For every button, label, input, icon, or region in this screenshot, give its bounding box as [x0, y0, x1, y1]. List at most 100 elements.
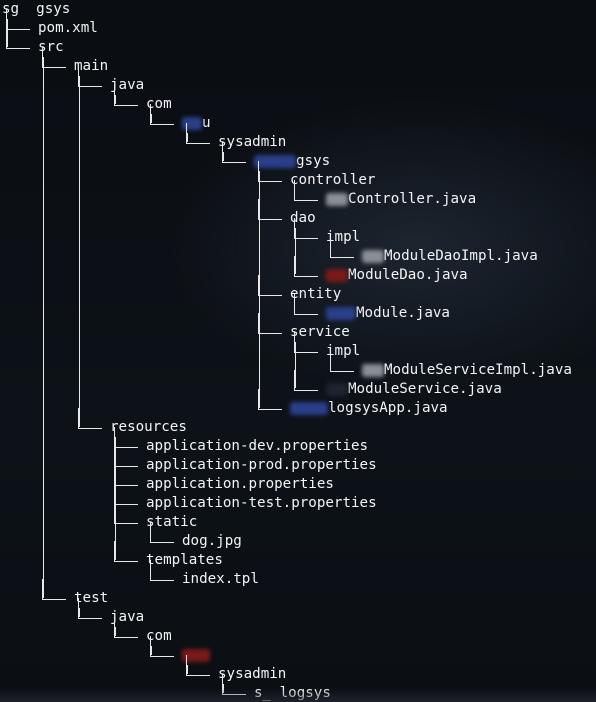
tree-connector — [254, 161, 284, 190]
file-name: ModuleDaoImpl.java — [384, 248, 538, 264]
redacted-blur — [362, 364, 384, 377]
redacted-blur — [290, 402, 328, 415]
dir-name: gsys — [296, 153, 331, 169]
dir-name: test — [74, 590, 109, 606]
file-name: ModuleServiceImpl.java — [384, 362, 572, 378]
tree-connector — [110, 503, 140, 532]
tree-item-entity-file: Module.java — [290, 294, 450, 323]
tree-connector — [290, 294, 320, 323]
file-name: ModuleDao.java — [348, 267, 468, 283]
dir-name: java — [110, 77, 145, 93]
tree-item-dao-impl: impl — [290, 218, 361, 247]
tree-connector — [326, 351, 356, 380]
redacted-blur — [326, 307, 356, 320]
tree-connector — [110, 541, 140, 570]
tree-item-service-impl-file: ModuleServiceImpl.java — [326, 351, 572, 380]
dir-name: impl — [326, 229, 361, 245]
file-name: index.tpl — [182, 571, 259, 587]
tree-item-test-com: com — [110, 617, 172, 646]
tree-item-sysadmin: sysadmin — [182, 123, 287, 152]
file-name: Controller.java — [348, 191, 477, 207]
file-name: ModuleService.java — [348, 381, 502, 397]
tree-connector — [110, 617, 140, 646]
tree-item-templates: templates — [110, 541, 223, 570]
tree-item-res-app: application.properties — [110, 465, 334, 494]
tree-item-resources: resources — [74, 408, 187, 437]
tree-root: sg gsys — [2, 0, 70, 19]
tree-item-dao: dao — [254, 199, 316, 228]
tree-item-templates-file: index.tpl — [146, 560, 259, 589]
tree-item-test: test — [38, 579, 109, 608]
tree-item-pom: pom.xml — [2, 9, 98, 38]
dir-name: java — [110, 609, 145, 625]
dir-name: controller — [290, 172, 376, 188]
tree-connector — [38, 579, 68, 608]
tree-connector — [74, 66, 104, 95]
file-name: application-dev.properties — [146, 438, 369, 454]
file-name: logsysApp.java — [328, 400, 448, 416]
dir-name: sysadmin — [218, 134, 287, 150]
tree-connector — [146, 104, 176, 133]
tree-item-main: main — [38, 47, 109, 76]
redacted-blur — [326, 269, 348, 282]
file-name: dog.jpg — [182, 533, 242, 549]
dir-name: main — [74, 58, 109, 74]
tree-item-test-java: java — [74, 598, 145, 627]
tree-guide-src — [43, 57, 44, 598]
dir-name: service — [290, 324, 350, 340]
tree-item-res-prod: application-prod.properties — [110, 446, 377, 475]
file-name: application-test.properties — [146, 495, 377, 511]
tree-item-test-company — [146, 636, 210, 665]
redacted-blur — [326, 383, 348, 396]
tree-connector — [182, 123, 212, 152]
redacted-blur — [182, 117, 202, 130]
dir-name: resources — [110, 419, 187, 435]
tree-connector — [254, 313, 284, 342]
dir-name: impl — [326, 343, 361, 359]
tree-connector — [218, 142, 248, 171]
tree-item-service: service — [254, 313, 350, 342]
tree-item-controller-file: Controller.java — [290, 180, 477, 209]
dir-name: templates — [146, 552, 223, 568]
tree-connector — [146, 636, 176, 665]
tree-item-static: static — [110, 503, 198, 532]
tree-connector — [326, 237, 356, 266]
dir-name: entity — [290, 286, 342, 302]
tree-connector — [254, 275, 284, 304]
tree-item-java: java — [74, 66, 145, 95]
tree-item-entity: entity — [254, 275, 342, 304]
dir-name: u — [202, 115, 211, 131]
tree-item-service-impl: impl — [290, 332, 361, 361]
tree-item-com: com — [110, 85, 172, 114]
root-name: sg gsys — [2, 1, 71, 17]
tree-connector — [146, 560, 176, 589]
taskbar-strip — [0, 688, 596, 702]
tree-connector — [74, 598, 104, 627]
tree-connector — [38, 47, 68, 76]
dir-name: sysadmin — [218, 666, 287, 682]
tree-item-company: u — [146, 104, 211, 133]
redacted-blur — [326, 193, 348, 206]
tree-connector — [290, 332, 320, 361]
tree-connector — [182, 655, 212, 684]
redacted-blur — [254, 155, 296, 168]
tree-item-res-dev: application-dev.properties — [110, 427, 369, 456]
file-name: pom.xml — [38, 20, 98, 36]
tree-connector — [290, 218, 320, 247]
file-name: Module.java — [356, 305, 450, 321]
dir-name: static — [146, 514, 198, 530]
tree-connector — [290, 370, 320, 399]
tree-item-test-sysadmin: sysadmin — [182, 655, 287, 684]
tree-guide-main — [79, 76, 80, 427]
tree-item-dao-impl-file: ModuleDaoImpl.java — [326, 237, 538, 266]
tree-connector — [110, 85, 140, 114]
tree-connector — [74, 408, 104, 437]
file-name: application-prod.properties — [146, 457, 377, 473]
tree-item-controller: controller — [254, 161, 376, 190]
tree-item-src: src — [2, 28, 64, 57]
tree-item-dao-file: ModuleDao.java — [290, 256, 468, 285]
tree-item-service-file: ModuleService.java — [290, 370, 502, 399]
tree-connector — [146, 522, 176, 551]
tree-item-logsys: gsys — [218, 142, 331, 171]
terminal-window: sg gsys pom.xml src main java com u sysa… — [0, 0, 596, 702]
